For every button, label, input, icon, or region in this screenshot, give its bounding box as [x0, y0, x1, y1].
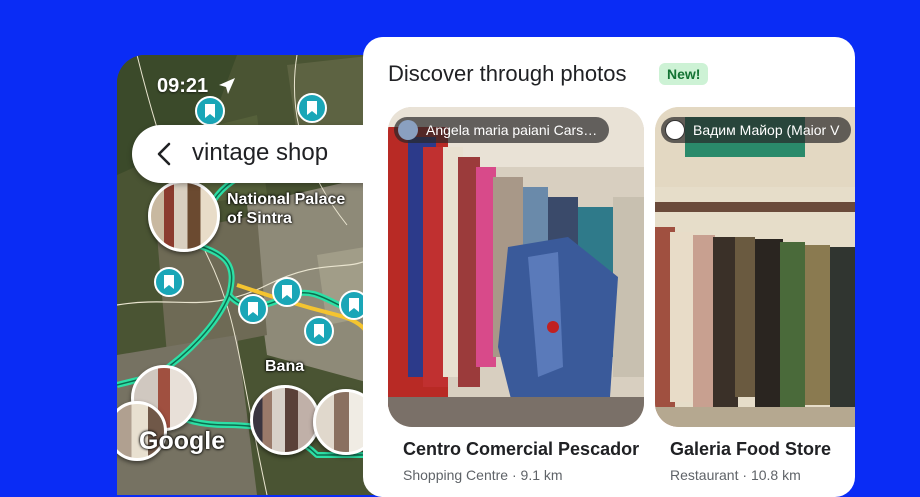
- search-input[interactable]: vintage shop: [192, 139, 328, 167]
- map-label-palace: National Palace of Sintra: [227, 191, 346, 227]
- contributor-avatar: [398, 120, 418, 140]
- contributor-avatar: [665, 120, 685, 140]
- bookmark-icon: [282, 285, 292, 299]
- saved-place-pin[interactable]: [304, 316, 334, 346]
- saved-place-pin[interactable]: [238, 294, 268, 324]
- place-distance: 10.8 km: [750, 467, 801, 483]
- place-distance: 9.1 km: [520, 467, 563, 483]
- bookmark-icon: [248, 302, 258, 316]
- photo-credit[interactable]: Angela maria paiani Cars…: [394, 117, 610, 143]
- saved-place-pin[interactable]: [154, 267, 184, 297]
- place-meta: Restaurant · 10.8 km: [670, 467, 801, 483]
- discover-panel: Discover through photos New! Angela mari…: [363, 37, 855, 497]
- photo-credit[interactable]: Вадим Майор (Maior V: [661, 117, 852, 143]
- map-label-town: Bana: [265, 358, 305, 375]
- clothing-rack-photo: [388, 107, 644, 427]
- navigation-arrow-icon: [219, 78, 235, 94]
- place-photo-card[interactable]: Angela maria paiani Cars…: [388, 107, 644, 427]
- bookmark-icon: [307, 101, 317, 115]
- new-badge: New!: [659, 63, 709, 85]
- photo-credit-text: Вадим Майор (Maior V: [693, 122, 840, 138]
- bookmark-icon: [314, 324, 324, 338]
- place-category: Restaurant: [670, 467, 739, 483]
- photo-place-pin[interactable]: [148, 180, 220, 252]
- saved-place-pin[interactable]: [195, 96, 225, 126]
- photo-credit-text: Angela maria paiani Cars…: [426, 122, 598, 138]
- bookmark-icon: [205, 104, 215, 118]
- map-view[interactable]: 09:21 National Palace of Sintra Bana Goo…: [117, 55, 377, 495]
- place-name[interactable]: Galeria Food Store: [670, 439, 831, 460]
- clothing-rack-photo: [655, 107, 855, 427]
- bookmark-icon: [164, 275, 174, 289]
- google-logo: Google: [139, 427, 226, 455]
- place-name[interactable]: Centro Comercial Pescador: [403, 439, 639, 460]
- place-category: Shopping Centre: [403, 467, 509, 483]
- place-meta: Shopping Centre · 9.1 km: [403, 467, 563, 483]
- photo-place-pin[interactable]: [250, 385, 320, 455]
- search-bar[interactable]: vintage shop: [132, 125, 377, 183]
- saved-place-pin[interactable]: [272, 277, 302, 307]
- saved-place-pin[interactable]: [297, 93, 327, 123]
- back-arrow-icon[interactable]: [152, 141, 178, 167]
- section-title: Discover through photos: [388, 61, 627, 86]
- place-photo-card[interactable]: Вадим Майор (Maior V: [655, 107, 855, 427]
- status-time: 09:21: [157, 75, 209, 97]
- bookmark-icon: [349, 298, 359, 312]
